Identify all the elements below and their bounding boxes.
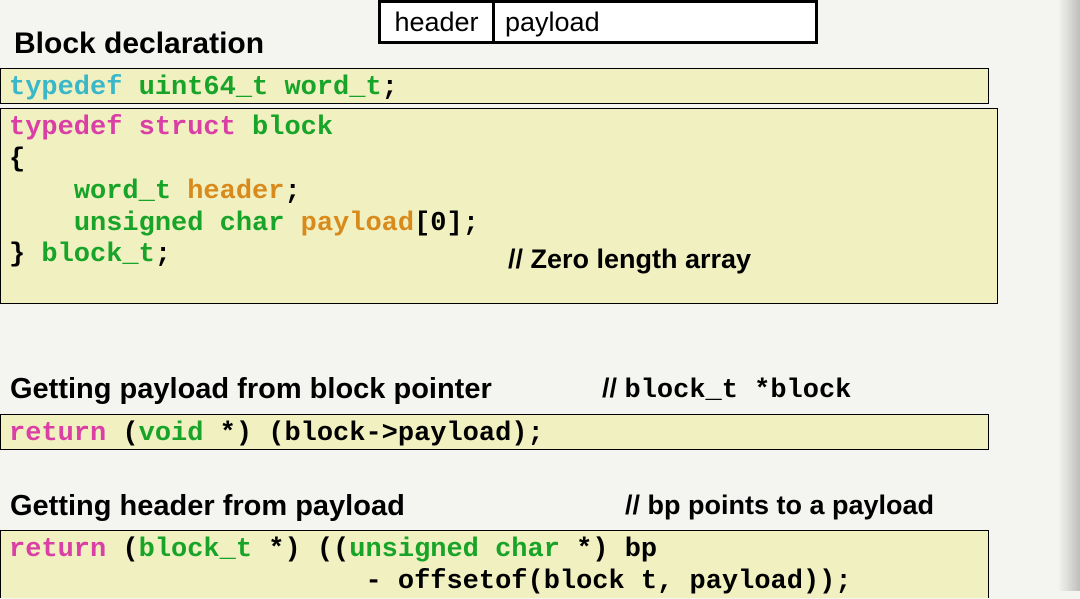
lbrace: { <box>9 145 25 175</box>
codebox-return-header: return (block_t *) ((unsigned char *) bp… <box>0 530 989 598</box>
semicolon: ; <box>382 73 398 103</box>
kw-typedef: typedef <box>9 73 122 103</box>
type-word-t: word_t <box>74 177 171 207</box>
field-payload: payload <box>301 209 414 239</box>
expr-block-payload: (block->payload); <box>252 419 544 449</box>
comment-bp-payload: // bp points to a payload <box>625 490 934 521</box>
type-unsigned-char: unsigned char <box>74 209 285 239</box>
comment-prefix: // <box>602 373 625 403</box>
codebox-return-payload: return (void *) (block->payload); <box>0 414 989 450</box>
code-inline-block-ptr: block_t *block <box>625 376 852 406</box>
kw-typedef: typedef <box>9 113 122 143</box>
codebox-typedef-word: typedef uint64_t word_t; <box>0 68 989 104</box>
codebox-struct-block: typedef struct block { word_t header; un… <box>0 108 998 304</box>
right-edge-shadow <box>1058 0 1080 591</box>
fn-offsetof: offsetof <box>398 567 528 597</box>
comment-zero-length-array: // Zero length array <box>508 244 751 275</box>
memory-block-diagram: header payload <box>378 0 818 44</box>
comment-block-pointer: // block_t *block <box>602 373 851 406</box>
kw-return: return <box>9 535 106 565</box>
type-word-t: word_t <box>284 73 381 103</box>
type-unsigned-char: unsigned char <box>349 535 560 565</box>
section-title-getting-header: Getting header from payload <box>10 490 405 523</box>
field-header: header <box>187 177 284 207</box>
semicolon: ; <box>463 209 479 239</box>
diagram-payload-cell: payload <box>495 3 815 41</box>
semicolon: ; <box>284 177 300 207</box>
section-title-getting-payload: Getting payload from block pointer <box>10 373 492 406</box>
rbrace: } <box>9 240 25 270</box>
kw-struct: struct <box>139 113 236 143</box>
arr-bracket: [0] <box>414 209 463 239</box>
type-block-t: block_t <box>41 240 154 270</box>
type-block-t: block_t <box>139 535 252 565</box>
semicolon: ; <box>155 240 171 270</box>
kw-return: return <box>9 419 106 449</box>
diagram-header-cell: header <box>381 3 495 41</box>
kw-void: void <box>139 419 204 449</box>
type-uint64: uint64_t <box>139 73 269 103</box>
offsetof-args: (block t, payload)); <box>528 567 852 597</box>
struct-name-block: block <box>252 113 333 143</box>
section-title-block-declaration: Block declaration <box>14 27 264 61</box>
